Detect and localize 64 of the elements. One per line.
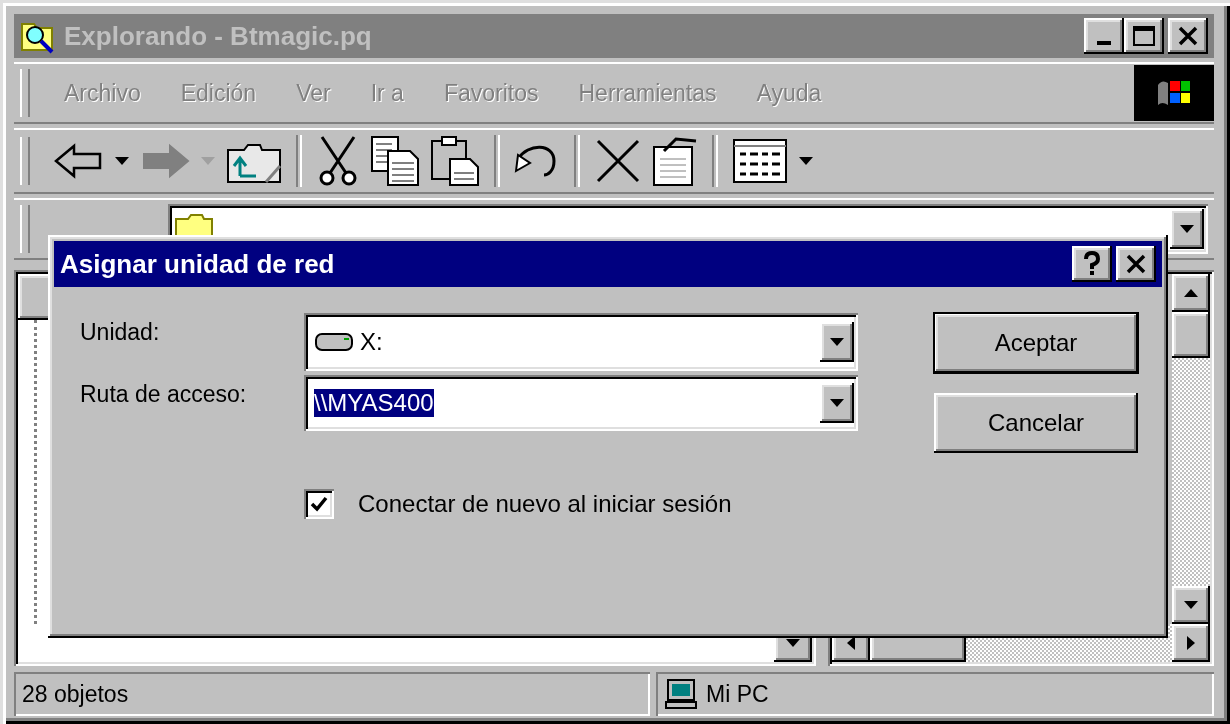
- arrow-up-icon: [1183, 288, 1199, 298]
- close-button[interactable]: [1168, 18, 1208, 54]
- copy-button[interactable]: [370, 135, 420, 187]
- checkmark-icon: [310, 496, 328, 512]
- list-view-icon: [732, 138, 788, 184]
- back-button[interactable]: [54, 143, 104, 179]
- dialog-title: Asignar unidad de red: [60, 248, 335, 280]
- field-label: Unidad:: [80, 318, 161, 346]
- delete-button[interactable]: [594, 137, 642, 185]
- close-icon: [1177, 26, 1199, 46]
- delete-x-icon: [594, 137, 642, 185]
- drive-combo-box[interactable]: X:: [304, 313, 858, 371]
- close-icon: [1125, 254, 1147, 274]
- copy-documents-icon: [370, 135, 420, 187]
- checkbox[interactable]: [304, 489, 334, 519]
- field-value: \\MYAS400: [314, 389, 434, 417]
- caret-icon: [114, 156, 130, 166]
- back-arrow-icon: [54, 143, 104, 179]
- computer-icon: [664, 678, 698, 710]
- scroll-right-button[interactable]: [1172, 624, 1210, 662]
- arrow-left-icon: [846, 635, 856, 651]
- arrow-right-icon: [1186, 635, 1196, 651]
- help-button[interactable]: [1072, 246, 1112, 282]
- toolbar-grip[interactable]: [20, 69, 30, 117]
- caret-icon: [798, 156, 814, 166]
- properties-sheet-icon: [652, 135, 698, 187]
- maximize-button[interactable]: [1124, 18, 1164, 54]
- properties-button[interactable]: [652, 135, 698, 187]
- scroll-thumb[interactable]: [1172, 312, 1210, 358]
- path-combo-box[interactable]: \\MYAS400: [304, 375, 858, 431]
- minimize-icon: [1097, 41, 1111, 45]
- dropdown-button[interactable]: [798, 156, 814, 166]
- dropdown-button[interactable]: [820, 383, 854, 423]
- field-value: X:: [360, 328, 383, 356]
- status-text: Mi PC: [706, 680, 769, 708]
- vertical-scrollbar[interactable]: [1172, 274, 1210, 624]
- toolbar-grip[interactable]: [20, 205, 30, 253]
- dropdown-button[interactable]: [1170, 209, 1204, 249]
- window-title: Explorando - Btmagic.pq: [64, 20, 372, 52]
- cancel-button[interactable]: Cancelar: [934, 393, 1138, 453]
- maximize-icon: [1132, 25, 1156, 47]
- close-button[interactable]: [1116, 246, 1156, 282]
- scroll-up-button[interactable]: [1172, 274, 1210, 312]
- status-text: 28 objetos: [22, 680, 129, 708]
- clipboard-icon: [430, 135, 480, 187]
- minimize-button[interactable]: [1084, 18, 1124, 54]
- checkbox-label[interactable]: Conectar de nuevo al iniciar sesión: [358, 490, 732, 518]
- scroll-down-button[interactable]: [1172, 586, 1210, 624]
- caret-icon: [200, 156, 216, 166]
- dropdown-button[interactable]: [114, 156, 130, 166]
- help-question-icon: [1083, 251, 1101, 277]
- paste-button[interactable]: [430, 135, 480, 187]
- caret-icon: [1179, 224, 1195, 234]
- arrow-down-icon: [785, 638, 801, 648]
- forward-arrow-icon: [140, 143, 190, 179]
- caret-icon: [829, 337, 845, 347]
- dropdown-button[interactable]: [820, 322, 854, 362]
- views-button[interactable]: [732, 138, 788, 184]
- caret-icon: [829, 398, 845, 408]
- arrow-down-icon: [1183, 600, 1199, 610]
- field-label: Ruta de acceso:: [80, 380, 248, 408]
- ok-button[interactable]: Aceptar: [934, 313, 1138, 373]
- toolbar-grip[interactable]: [20, 137, 30, 185]
- network-drive-icon: [314, 330, 354, 354]
